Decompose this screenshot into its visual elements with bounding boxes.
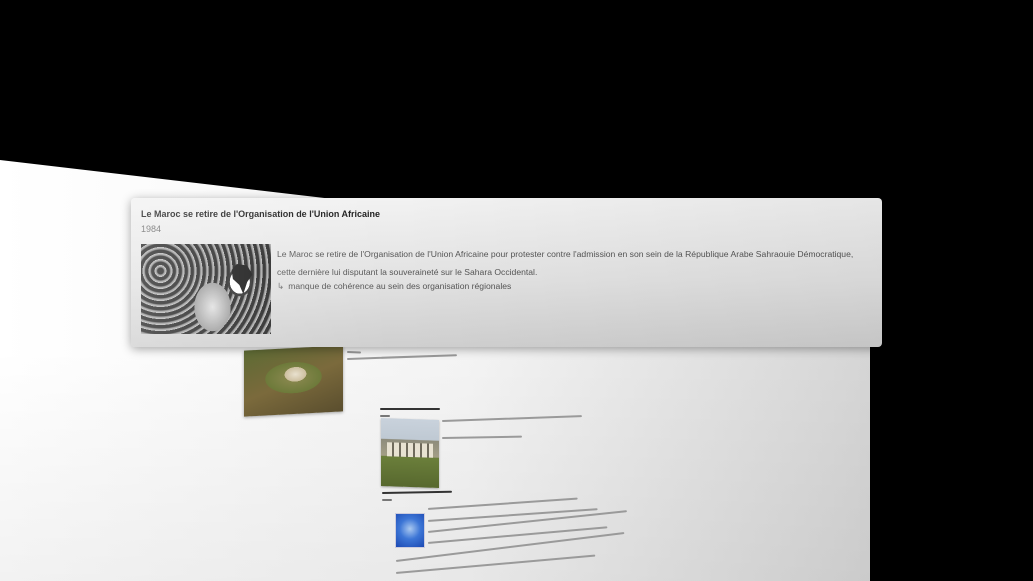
return-arrow-icon: ↳ [277, 281, 285, 291]
event-title: Le Maroc se retire de l'Organisation de … [141, 209, 381, 219]
event-consequence: ↳ manque de cohérence au sein des organis… [277, 281, 511, 292]
oau-poster-image[interactable] [141, 244, 271, 334]
consequence-text: manque de cohérence au sein des organisa… [288, 281, 512, 291]
event-description: Le Maroc se retire de l'Organisation de … [277, 249, 854, 277]
timeline-viewport: Le Maroc se retire de l'Organisation de … [0, 0, 1033, 581]
event-card[interactable]: Le Maroc se retire de l'Organisation de … [131, 198, 882, 347]
event-year: 1984 [141, 224, 162, 234]
